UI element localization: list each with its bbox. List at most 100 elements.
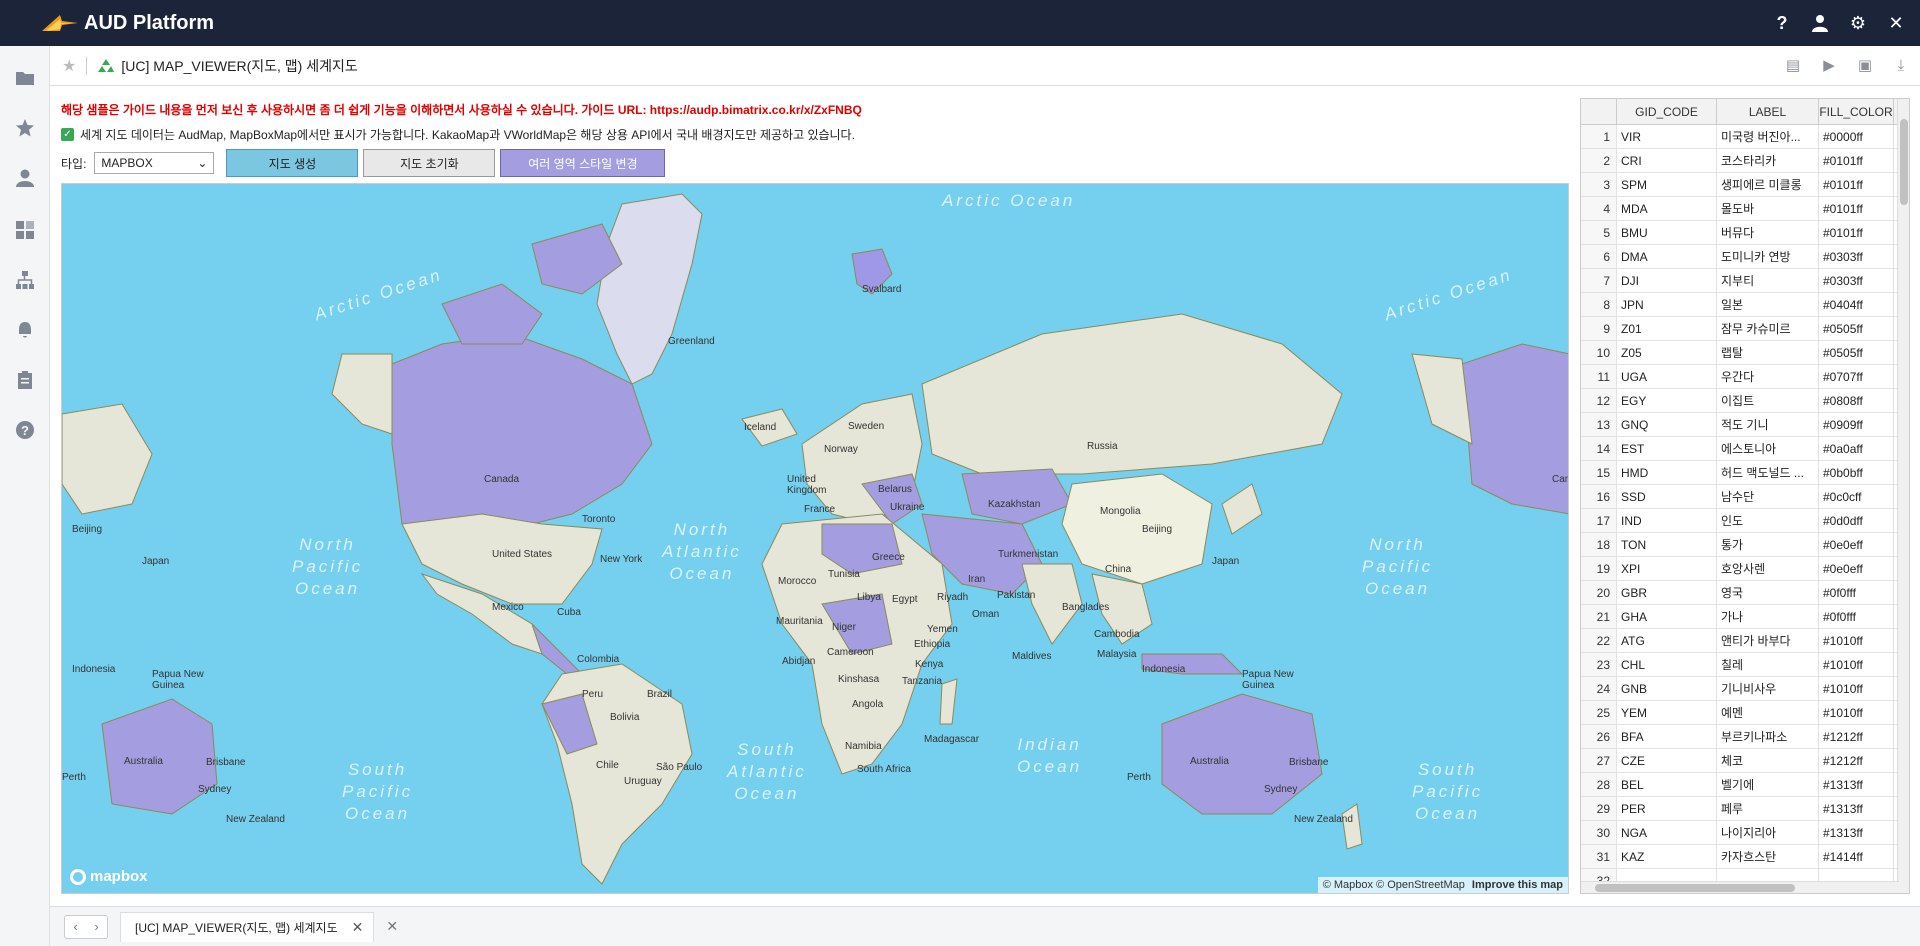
close-icon[interactable]: ✕	[1886, 13, 1906, 33]
data-grid[interactable]: GID_CODE LABEL FILL_COLOR 1 VIR 미국령 버진아...…	[1580, 98, 1910, 894]
table-row[interactable]: 21 GHA 가나 #0f0fff	[1581, 605, 1909, 629]
cell-gid-code[interactable]: EST	[1617, 437, 1717, 460]
cell-fill-color[interactable]: #1313ff	[1819, 797, 1894, 820]
cell-label[interactable]: 이집트	[1717, 389, 1819, 412]
table-row[interactable]: 11 UGA 우간다 #0707ff	[1581, 365, 1909, 389]
horizontal-scrollbar[interactable]	[1581, 881, 1899, 893]
sitemap-icon[interactable]	[13, 268, 37, 292]
scroll-thumb[interactable]	[1900, 119, 1908, 205]
map-type-select[interactable]: MAPBOX ⌄	[94, 152, 215, 174]
reset-map-button[interactable]: 지도 초기화	[363, 149, 496, 177]
table-row[interactable]: 29 PER 페루 #1313ff	[1581, 797, 1909, 821]
save-icon[interactable]: ▣	[1856, 56, 1874, 74]
cell-fill-color[interactable]: #0f0fff	[1819, 581, 1894, 604]
table-row[interactable]: 13 GNQ 적도 기니 #0909ff	[1581, 413, 1909, 437]
cell-fill-color[interactable]: #1313ff	[1819, 821, 1894, 844]
user-icon[interactable]	[1810, 13, 1830, 33]
folder-icon[interactable]	[13, 66, 37, 90]
cell-label[interactable]: 기니비사우	[1717, 677, 1819, 700]
table-row[interactable]: 2 CRI 코스타리카 #0101ff	[1581, 149, 1909, 173]
table-row[interactable]: 16 SSD 남수단 #0c0cff	[1581, 485, 1909, 509]
cell-label[interactable]: 적도 기니	[1717, 413, 1819, 436]
cell-label[interactable]: 남수단	[1717, 485, 1819, 508]
cell-gid-code[interactable]: VIR	[1617, 125, 1717, 148]
cell-label[interactable]: 통가	[1717, 533, 1819, 556]
cell-label[interactable]: 우간다	[1717, 365, 1819, 388]
cell-fill-color[interactable]: #0808ff	[1819, 389, 1894, 412]
cell-gid-code[interactable]: NGA	[1617, 821, 1717, 844]
cell-fill-color[interactable]: #0909ff	[1819, 413, 1894, 436]
cell-gid-code[interactable]: TON	[1617, 533, 1717, 556]
table-row[interactable]: 20 GBR 영국 #0f0fff	[1581, 581, 1909, 605]
table-row[interactable]: 4 MDA 몰도바 #0101ff	[1581, 197, 1909, 221]
cell-label[interactable]: 나이지리아	[1717, 821, 1819, 844]
cell-gid-code[interactable]: Z01	[1617, 317, 1717, 340]
cell-fill-color[interactable]: #1010ff	[1819, 701, 1894, 724]
world-map[interactable]: Arctic Ocean Arctic Ocean Arctic Ocean N…	[61, 183, 1569, 894]
cell-fill-color[interactable]: #0c0cff	[1819, 485, 1894, 508]
table-row[interactable]: 30 NGA 나이지리아 #1313ff	[1581, 821, 1909, 845]
cell-gid-code[interactable]: GNB	[1617, 677, 1717, 700]
cell-fill-color[interactable]: #0101ff	[1819, 197, 1894, 220]
download-icon[interactable]: ⤓	[1892, 56, 1910, 74]
create-map-button[interactable]: 지도 생성	[226, 149, 359, 177]
cell-gid-code[interactable]: CHL	[1617, 653, 1717, 676]
cell-label[interactable]: 카자흐스탄	[1717, 845, 1819, 868]
cell-fill-color[interactable]: #0000ff	[1819, 125, 1894, 148]
table-row[interactable]: 10 Z05 랩탈 #0505ff	[1581, 341, 1909, 365]
cell-label[interactable]: 몰도바	[1717, 197, 1819, 220]
guide-notice[interactable]: 해당 샘플은 가이드 내용을 먼저 보신 후 사용하시면 좀 더 쉽게 기능을 …	[61, 101, 862, 118]
cell-fill-color[interactable]: #0303ff	[1819, 245, 1894, 268]
cell-fill-color[interactable]: #0e0eff	[1819, 533, 1894, 556]
alarm-icon[interactable]	[13, 318, 37, 342]
cell-fill-color[interactable]: #1010ff	[1819, 653, 1894, 676]
play-icon[interactable]: ▶	[1820, 56, 1838, 74]
cell-gid-code[interactable]: IND	[1617, 509, 1717, 532]
help-icon[interactable]: ?	[1772, 13, 1792, 33]
cell-gid-code[interactable]: CZE	[1617, 749, 1717, 772]
cell-label[interactable]: 도미니카 연방	[1717, 245, 1819, 268]
cell-label[interactable]: 코스타리카	[1717, 149, 1819, 172]
cell-fill-color[interactable]: #0101ff	[1819, 149, 1894, 172]
table-row[interactable]: 12 EGY 이집트 #0808ff	[1581, 389, 1909, 413]
chevron-right-icon[interactable]: ›	[94, 919, 98, 934]
cell-fill-color[interactable]: #0404ff	[1819, 293, 1894, 316]
cell-fill-color[interactable]: #0a0aff	[1819, 437, 1894, 460]
cell-label[interactable]: 칠레	[1717, 653, 1819, 676]
cell-gid-code[interactable]: BFA	[1617, 725, 1717, 748]
change-style-button[interactable]: 여러 영역 스타일 변경	[500, 149, 666, 177]
cell-gid-code[interactable]: GBR	[1617, 581, 1717, 604]
mapbox-logo[interactable]: mapbox	[70, 868, 148, 885]
table-row[interactable]: 23 CHL 칠레 #1010ff	[1581, 653, 1909, 677]
cell-gid-code[interactable]: CRI	[1617, 149, 1717, 172]
cell-gid-code[interactable]: PER	[1617, 797, 1717, 820]
cell-label[interactable]: 허드 맥도널드 ...	[1717, 461, 1819, 484]
cell-fill-color[interactable]: #0303ff	[1819, 269, 1894, 292]
clipboard-icon[interactable]	[13, 368, 37, 392]
column-header-fill-color[interactable]: FILL_COLOR	[1819, 99, 1894, 124]
cell-gid-code[interactable]: KAZ	[1617, 845, 1717, 868]
cell-gid-code[interactable]: DJI	[1617, 269, 1717, 292]
gear-icon[interactable]: ⚙	[1848, 13, 1868, 33]
checkbox[interactable]: ✓	[61, 128, 74, 141]
cell-label[interactable]: 페루	[1717, 797, 1819, 820]
favorite-star-icon[interactable]: ★	[62, 56, 76, 76]
cell-fill-color[interactable]: #0505ff	[1819, 317, 1894, 340]
cell-fill-color[interactable]: #0101ff	[1819, 221, 1894, 244]
table-row[interactable]: 26 BFA 부르키나파소 #1212ff	[1581, 725, 1909, 749]
column-header-label[interactable]: LABEL	[1717, 99, 1819, 124]
cell-label[interactable]: 체코	[1717, 749, 1819, 772]
cell-gid-code[interactable]: BEL	[1617, 773, 1717, 796]
cell-label[interactable]: 잠무 카슈미르	[1717, 317, 1819, 340]
tab-map-viewer[interactable]: [UC] MAP_VIEWER(지도, 맵) 세계지도 ✕	[120, 911, 375, 942]
cell-gid-code[interactable]: EGY	[1617, 389, 1717, 412]
cell-gid-code[interactable]: GHA	[1617, 605, 1717, 628]
cell-label[interactable]: 에스토니아	[1717, 437, 1819, 460]
cell-gid-code[interactable]: JPN	[1617, 293, 1717, 316]
cell-label[interactable]: 부르키나파소	[1717, 725, 1819, 748]
table-row[interactable]: 5 BMU 버뮤다 #0101ff	[1581, 221, 1909, 245]
cell-fill-color[interactable]: #1313ff	[1819, 773, 1894, 796]
cell-label[interactable]: 버뮤다	[1717, 221, 1819, 244]
table-row[interactable]: 31 KAZ 카자흐스탄 #1414ff	[1581, 845, 1909, 869]
table-row[interactable]: 22 ATG 앤티가 바부다 #1010ff	[1581, 629, 1909, 653]
